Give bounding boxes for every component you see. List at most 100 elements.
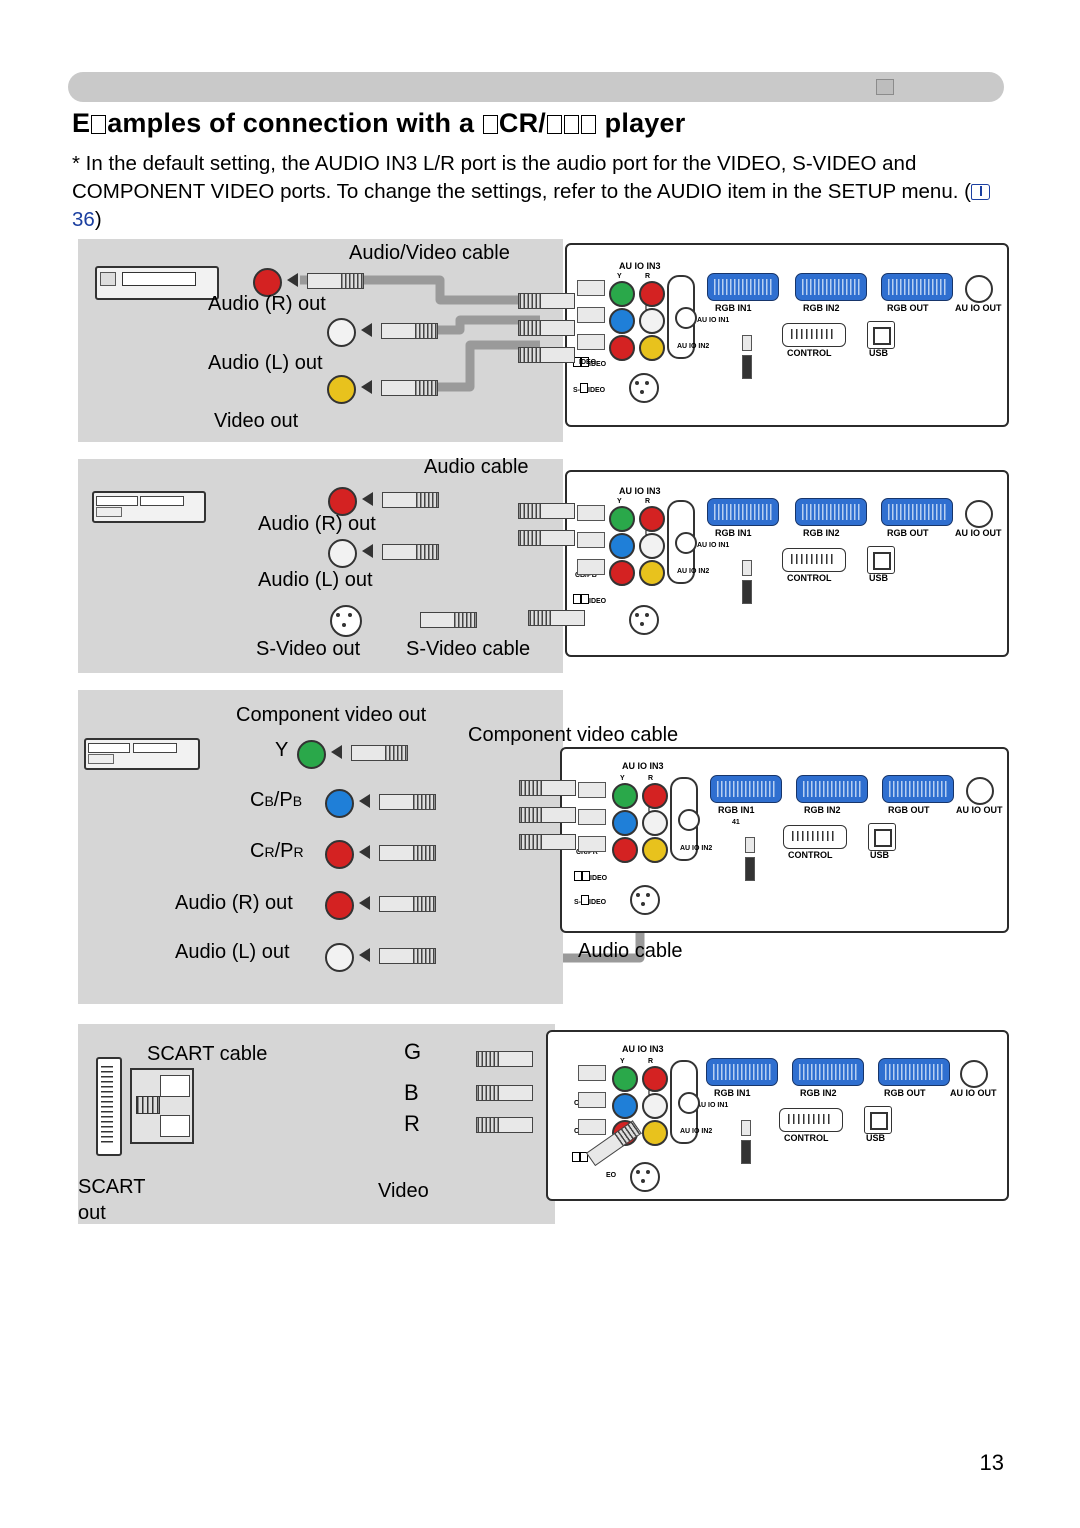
usb-icon <box>870 1112 888 1130</box>
panel2-terminal-2 <box>577 532 605 548</box>
panel1-label-control: CONTROL <box>787 348 832 358</box>
panel3-jack-l <box>642 810 668 836</box>
projector-panel-4: AU IO IN3 Y R L CB/PB CR/PR EO RGB IN1 R… <box>546 1030 1009 1201</box>
panel3-label-usb: USB <box>870 850 890 860</box>
panel3-terminal-3 <box>578 836 606 852</box>
panel4-terminal-1 <box>578 1065 606 1081</box>
arrow-icon <box>359 896 370 910</box>
panel4-label-rgb-in2: RGB IN2 <box>800 1088 837 1098</box>
dvd-buttons-3 <box>88 754 114 764</box>
jack-cr-pr-3 <box>325 840 354 869</box>
panel3-audio-in2-port-b <box>745 857 755 881</box>
panel4-rgb-in2-port <box>792 1058 864 1086</box>
s-video-pin-icon <box>336 613 340 617</box>
jack-audio-l-3 <box>325 943 354 972</box>
label-cb-pb: CB/PB <box>250 789 303 811</box>
panel3-label-control: CONTROL <box>788 850 833 860</box>
panel3-terminal-2 <box>578 809 606 825</box>
vcr-slot-1 <box>122 272 196 286</box>
label-s-video-out-2: S-Video out <box>256 638 361 660</box>
panel4-label-usb: USB <box>866 1133 886 1143</box>
panel1-terminal-3 <box>577 334 605 350</box>
panel2-audio-in2-port-b <box>742 580 752 604</box>
panel3-s-video-port <box>630 885 660 915</box>
arrow-icon <box>359 845 370 859</box>
arrow-icon <box>362 544 373 558</box>
panel1-jack-cr <box>609 335 635 361</box>
panel4-rgb-out-port <box>878 1058 950 1086</box>
panel2-rgb-out-port <box>881 498 953 526</box>
arrow-icon <box>361 323 372 337</box>
s-video-pin-icon <box>641 902 645 906</box>
panel3-jack-r <box>642 783 668 809</box>
panel2-audio-out-port <box>965 500 993 528</box>
panel2-audio-in1-port <box>675 532 697 554</box>
label-audio-r-out-3: Audio (R) out <box>175 892 293 914</box>
jack-y-3 <box>297 740 326 769</box>
panel2-jack-video <box>639 560 665 586</box>
panel1-s-video-port <box>629 373 659 403</box>
panel2-terminal-3 <box>577 559 605 575</box>
panel1-label-audio-out: AU IO OUT <box>955 303 1002 313</box>
s-video-pin-icon <box>640 390 644 394</box>
panel4-jack-video <box>642 1120 668 1146</box>
label-scart-video: Video <box>378 1180 429 1202</box>
panel4-control-pins-icon <box>788 1114 832 1124</box>
panel2-jack-cb <box>609 533 635 559</box>
panel4-jack-r <box>642 1066 668 1092</box>
dvd-tray-3 <box>133 743 177 753</box>
s-video-pin-icon <box>646 1170 650 1174</box>
panel4-label-y: Y <box>620 1058 625 1065</box>
panel4-audio-in2-port-b <box>741 1140 751 1164</box>
panel3-jack-cr <box>612 837 638 863</box>
panel2-label-audio-in1: AU IO IN1 <box>697 542 730 549</box>
label-scart-cable: SCART cable <box>147 1043 268 1065</box>
panel1-label-usb: USB <box>869 348 889 358</box>
panel1-audio-in2-port <box>742 335 752 351</box>
panel1-label-rgb-out: RGB OUT <box>887 303 929 313</box>
panel2-label-audio-in2: AU IO IN2 <box>677 568 710 575</box>
projector-panel-1: AU IO IN3 Y R L IDEO IDEO S-IDEO RGB IN1… <box>565 243 1009 427</box>
vcr-display-1 <box>100 272 116 286</box>
panel1-terminal-2 <box>577 307 605 323</box>
panel3-label-audio-out: AU IO OUT <box>956 805 1003 815</box>
panel1-label-video-box: IDEO <box>573 357 606 368</box>
usb-icon <box>873 552 891 570</box>
panel1-jack-video <box>639 335 665 361</box>
scart-connector-pins-icon <box>136 1096 160 1114</box>
panel3-jack-cb <box>612 810 638 836</box>
label-audio-r-out-2: Audio (R) out <box>258 513 376 535</box>
panel1-jack-r <box>639 281 665 307</box>
panel3-jack-video <box>642 837 668 863</box>
panel1-label-rgb-in2: RGB IN2 <box>803 303 840 313</box>
panel2-jack-r <box>639 506 665 532</box>
panel3-control-pins-icon <box>792 831 836 841</box>
label-video-out-1: Video out <box>214 410 299 432</box>
panel1-jack-y <box>609 281 635 307</box>
panel4-label-rgb-in1: RGB IN1 <box>714 1088 751 1098</box>
panel1-audio-in2-port-b <box>742 355 752 379</box>
panel4-jack-l <box>642 1093 668 1119</box>
panel4-label-audio-in1: AU IO IN1 <box>696 1102 729 1109</box>
s-video-pin-icon <box>645 613 649 617</box>
panel2-label-control: CONTROL <box>787 573 832 583</box>
dvd-display-2 <box>96 496 138 506</box>
panel2-rgb-in2-port <box>795 498 867 526</box>
panel3-rgb-out-port <box>882 775 954 803</box>
panel3-label-audio-in1: 41 <box>732 819 740 826</box>
panel3-rgb-in1-port <box>710 775 782 803</box>
s-video-pin-icon <box>645 381 649 385</box>
label-s-video-cable-2: S-Video cable <box>406 638 531 660</box>
label-audio-r-out-1: Audio (R) out <box>208 293 326 315</box>
panel2-s-video-port <box>629 605 659 635</box>
panel1-label-y: Y <box>617 273 622 280</box>
panel1-label-audio-in2: AU IO IN2 <box>677 343 710 350</box>
projector-panel-3: AU IO IN3 Y R L CR/PR IDEO S-IDEO RGB IN… <box>560 747 1009 933</box>
panel3-label-audio-in2: AU IO IN2 <box>680 845 713 852</box>
label-scart-out-2: out <box>78 1202 106 1224</box>
panel3-rgb-in2-port <box>796 775 868 803</box>
label-component-video-out: Component video out <box>236 704 427 726</box>
label-audio-cable-2: Audio cable <box>424 456 529 478</box>
panel4-label-audio-in3: AU IO IN3 <box>622 1044 664 1054</box>
panel4-label-s-video: EO <box>606 1172 617 1179</box>
